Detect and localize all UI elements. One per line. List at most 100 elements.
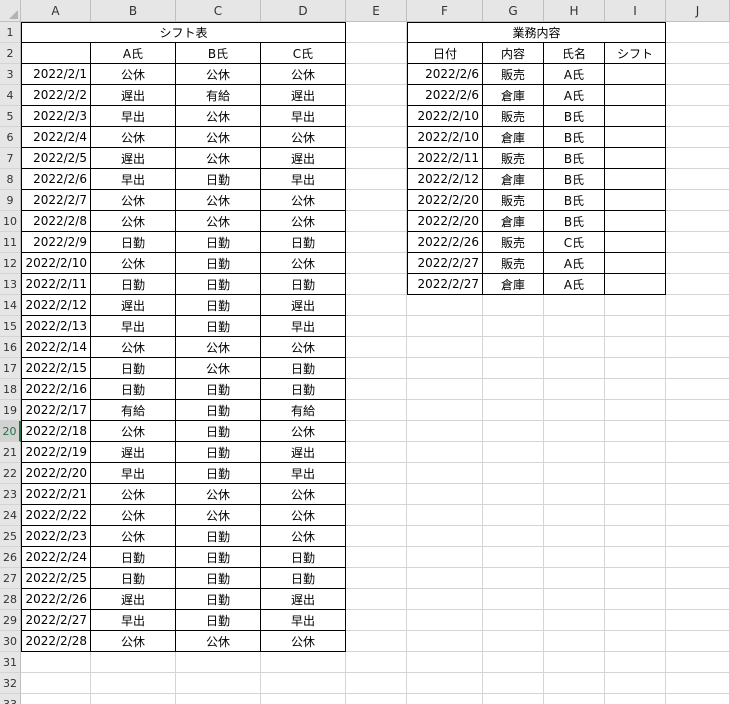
empty-cell[interactable] <box>483 610 544 631</box>
work-date-cell[interactable]: 2022/2/12 <box>407 169 483 190</box>
work-name-cell[interactable]: B氏 <box>544 148 605 169</box>
empty-cell[interactable] <box>544 421 605 442</box>
shift-value-cell[interactable]: 早出 <box>91 463 176 484</box>
empty-cell[interactable] <box>483 463 544 484</box>
shift-value-cell[interactable]: 公休 <box>176 64 261 85</box>
empty-cell[interactable] <box>544 694 605 704</box>
work-shift-cell[interactable] <box>605 190 666 211</box>
work-content-cell[interactable]: 倉庫 <box>483 274 544 295</box>
shift-value-cell[interactable]: 公休 <box>176 358 261 379</box>
empty-cell[interactable] <box>407 652 483 673</box>
row-header-7[interactable]: 7 <box>0 148 21 169</box>
empty-cell[interactable] <box>544 358 605 379</box>
shift-date-cell[interactable]: 2022/2/19 <box>21 442 91 463</box>
empty-cell[interactable] <box>666 379 730 400</box>
work-date-cell[interactable]: 2022/2/20 <box>407 211 483 232</box>
empty-cell[interactable] <box>261 694 346 704</box>
shift-value-cell[interactable]: 遅出 <box>261 442 346 463</box>
shift-value-cell[interactable]: 公休 <box>91 337 176 358</box>
empty-cell[interactable] <box>605 484 666 505</box>
column-header-g[interactable]: G <box>483 0 544 22</box>
shift-value-cell[interactable]: 日勤 <box>261 358 346 379</box>
work-content-cell[interactable]: 販売 <box>483 64 544 85</box>
empty-cell[interactable] <box>483 358 544 379</box>
empty-cell[interactable] <box>176 673 261 694</box>
shift-value-cell[interactable]: 日勤 <box>261 547 346 568</box>
row-header-33[interactable]: 33 <box>0 694 21 704</box>
row-header-10[interactable]: 10 <box>0 211 21 232</box>
empty-cell[interactable] <box>483 400 544 421</box>
row-header-2[interactable]: 2 <box>0 43 21 64</box>
empty-cell[interactable] <box>666 85 730 106</box>
empty-cell[interactable] <box>346 274 407 295</box>
row-header-20[interactable]: 20 <box>0 421 21 442</box>
shift-value-cell[interactable]: 公休 <box>176 127 261 148</box>
work-content-cell[interactable]: 販売 <box>483 148 544 169</box>
row-header-3[interactable]: 3 <box>0 64 21 85</box>
empty-cell[interactable] <box>407 295 483 316</box>
empty-cell[interactable] <box>666 589 730 610</box>
empty-cell[interactable] <box>666 358 730 379</box>
empty-cell[interactable] <box>666 337 730 358</box>
empty-cell[interactable] <box>407 589 483 610</box>
work-shift-cell[interactable] <box>605 274 666 295</box>
shift-value-cell[interactable]: 遅出 <box>91 295 176 316</box>
work-name-cell[interactable]: A氏 <box>544 253 605 274</box>
empty-cell[interactable] <box>605 631 666 652</box>
empty-cell[interactable] <box>666 253 730 274</box>
empty-cell[interactable] <box>483 589 544 610</box>
shift-date-cell[interactable]: 2022/2/23 <box>21 526 91 547</box>
row-header-4[interactable]: 4 <box>0 85 21 106</box>
work-content-cell[interactable]: 倉庫 <box>483 211 544 232</box>
empty-cell[interactable] <box>346 85 407 106</box>
empty-cell[interactable] <box>407 694 483 704</box>
shift-value-cell[interactable]: 日勤 <box>176 442 261 463</box>
shift-value-cell[interactable]: 有給 <box>261 400 346 421</box>
shift-value-cell[interactable]: 日勤 <box>261 568 346 589</box>
empty-cell[interactable] <box>407 358 483 379</box>
empty-cell[interactable] <box>483 673 544 694</box>
shift-value-cell[interactable]: 早出 <box>261 463 346 484</box>
shift-table-header-cell[interactable]: A氏 <box>91 43 176 64</box>
shift-date-cell[interactable]: 2022/2/20 <box>21 463 91 484</box>
empty-cell[interactable] <box>544 442 605 463</box>
empty-cell[interactable] <box>666 610 730 631</box>
shift-value-cell[interactable]: 早出 <box>91 169 176 190</box>
shift-value-cell[interactable]: 日勤 <box>176 568 261 589</box>
empty-cell[interactable] <box>407 379 483 400</box>
shift-value-cell[interactable]: 公休 <box>91 484 176 505</box>
empty-cell[interactable] <box>666 694 730 704</box>
shift-value-cell[interactable]: 遅出 <box>261 295 346 316</box>
empty-cell[interactable] <box>407 631 483 652</box>
shift-value-cell[interactable]: 日勤 <box>176 169 261 190</box>
empty-cell[interactable] <box>176 652 261 673</box>
empty-cell[interactable] <box>605 652 666 673</box>
empty-cell[interactable] <box>605 610 666 631</box>
empty-cell[interactable] <box>346 526 407 547</box>
empty-cell[interactable] <box>605 547 666 568</box>
empty-cell[interactable] <box>605 337 666 358</box>
empty-cell[interactable] <box>346 295 407 316</box>
column-header-i[interactable]: I <box>605 0 666 22</box>
work-name-cell[interactable]: B氏 <box>544 106 605 127</box>
empty-cell[interactable] <box>91 652 176 673</box>
shift-value-cell[interactable]: 日勤 <box>176 463 261 484</box>
shift-value-cell[interactable]: 日勤 <box>91 547 176 568</box>
work-table-header-cell[interactable]: シフト <box>605 43 666 64</box>
empty-cell[interactable] <box>666 547 730 568</box>
shift-value-cell[interactable]: 公休 <box>261 64 346 85</box>
shift-value-cell[interactable]: 公休 <box>176 337 261 358</box>
shift-value-cell[interactable]: 有給 <box>176 85 261 106</box>
empty-cell[interactable] <box>21 673 91 694</box>
empty-cell[interactable] <box>346 64 407 85</box>
column-header-j[interactable]: J <box>666 0 730 22</box>
empty-cell[interactable] <box>483 379 544 400</box>
empty-cell[interactable] <box>346 631 407 652</box>
shift-date-cell[interactable]: 2022/2/4 <box>21 127 91 148</box>
shift-date-cell[interactable]: 2022/2/14 <box>21 337 91 358</box>
shift-value-cell[interactable]: 早出 <box>261 316 346 337</box>
empty-cell[interactable] <box>261 652 346 673</box>
empty-cell[interactable] <box>483 526 544 547</box>
shift-value-cell[interactable]: 公休 <box>91 505 176 526</box>
work-name-cell[interactable]: A氏 <box>544 274 605 295</box>
